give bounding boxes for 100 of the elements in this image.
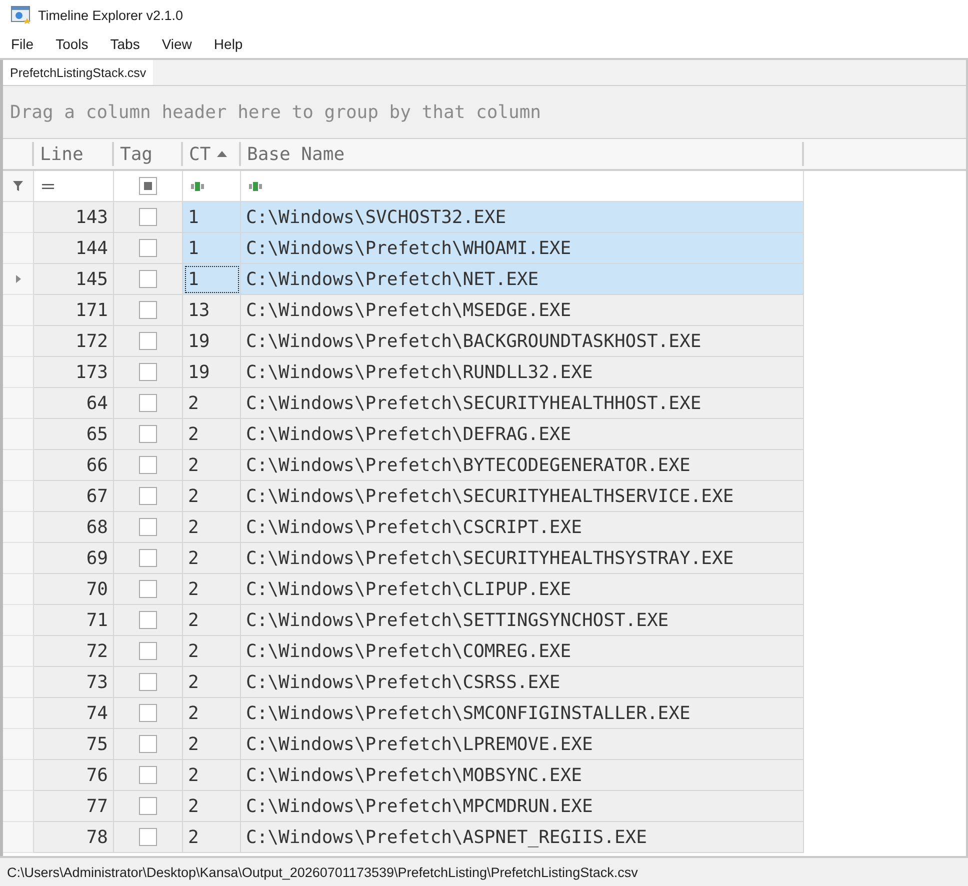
line-number-cell: 69 <box>34 543 114 574</box>
row-selector[interactable] <box>3 419 34 450</box>
tag-checkbox[interactable] <box>139 394 157 412</box>
line-number-cell: 172 <box>34 326 114 357</box>
path-cell: C:\Windows\Prefetch\BACKGROUNDTASKHOST.EXE <box>241 326 804 357</box>
tag-checkbox[interactable] <box>139 611 157 629</box>
tag-checkbox[interactable] <box>139 673 157 691</box>
tag-checkbox[interactable] <box>139 270 157 288</box>
tag-checkbox[interactable] <box>139 549 157 567</box>
path-cell: C:\Windows\Prefetch\NET.EXE <box>241 264 804 295</box>
equals-icon[interactable] <box>42 184 54 188</box>
tag-checkbox[interactable] <box>139 580 157 598</box>
row-selector[interactable] <box>3 233 34 264</box>
line-number-cell: 70 <box>34 574 114 605</box>
count-cell: 1 <box>183 264 241 295</box>
path-cell: C:\Windows\Prefetch\CSRSS.EXE <box>241 667 804 698</box>
row-selector[interactable] <box>3 760 34 791</box>
row-selector[interactable] <box>3 822 34 853</box>
row-selector[interactable] <box>3 264 34 295</box>
row-selector[interactable] <box>3 791 34 822</box>
tag-checkbox[interactable] <box>139 208 157 226</box>
path-cell: C:\Windows\Prefetch\SECURITYHEALTHHOST.EXE <box>241 388 804 419</box>
row-selector[interactable] <box>3 574 34 605</box>
tag-checkbox[interactable] <box>139 828 157 846</box>
line-number-cell: 71 <box>34 605 114 636</box>
menu-item[interactable]: Help <box>204 33 253 55</box>
column-header[interactable]: Line <box>34 142 114 166</box>
line-number-cell: 78 <box>34 822 114 853</box>
count-cell: 2 <box>183 574 241 605</box>
path-cell: C:\Windows\Prefetch\SECURITYHEALTHSERVICE.EXE <box>241 481 804 512</box>
group-by-hint: Drag a column header here to group by that column <box>10 102 542 122</box>
count-cell: 2 <box>183 481 241 512</box>
row-selector[interactable] <box>3 698 34 729</box>
path-cell: C:\Windows\SVCHOST32.EXE <box>241 202 804 233</box>
window-title: Timeline Explorer v2.1.0 <box>38 8 184 22</box>
filter-field[interactable] <box>241 171 804 202</box>
tag-checkbox[interactable] <box>139 797 157 815</box>
line-number-cell: 75 <box>34 729 114 760</box>
column-header[interactable]: CT <box>183 142 241 166</box>
row-selector[interactable] <box>3 450 34 481</box>
tag-checkbox[interactable] <box>139 735 157 753</box>
line-number-cell: 72 <box>34 636 114 667</box>
file-tab[interactable]: PrefetchListingStack.csv <box>3 60 154 85</box>
tag-checkbox[interactable] <box>139 487 157 505</box>
menu-item[interactable]: View <box>152 33 202 55</box>
count-cell: 1 <box>183 233 241 264</box>
tag-checkbox[interactable] <box>139 766 157 784</box>
tag-checkbox[interactable] <box>139 363 157 381</box>
count-cell: 1 <box>183 202 241 233</box>
row-selector[interactable] <box>3 636 34 667</box>
line-number-cell: 66 <box>34 450 114 481</box>
line-number-cell: 74 <box>34 698 114 729</box>
menu-item[interactable]: Tools <box>46 33 98 55</box>
path-cell: C:\Windows\Prefetch\WHOAMI.EXE <box>241 233 804 264</box>
filter-icon[interactable] <box>13 181 23 191</box>
filter-field[interactable] <box>114 171 183 202</box>
line-number-cell: 64 <box>34 388 114 419</box>
row-selector[interactable] <box>3 729 34 760</box>
row-selector[interactable] <box>3 357 34 388</box>
text-filter-icon[interactable] <box>191 182 204 190</box>
line-number-cell: 68 <box>34 512 114 543</box>
row-selector[interactable] <box>3 667 34 698</box>
menu-item[interactable]: File <box>1 33 44 55</box>
row-selector[interactable] <box>3 512 34 543</box>
count-cell: 19 <box>183 326 241 357</box>
filter-checkbox[interactable] <box>139 177 157 195</box>
path-cell: C:\Windows\Prefetch\CLIPUP.EXE <box>241 574 804 605</box>
count-cell: 2 <box>183 636 241 667</box>
tag-checkbox[interactable] <box>139 704 157 722</box>
tag-checkbox[interactable] <box>139 239 157 257</box>
line-number-cell: 171 <box>34 295 114 326</box>
tag-checkbox[interactable] <box>139 518 157 536</box>
row-selector[interactable] <box>3 481 34 512</box>
filter-field[interactable] <box>34 171 114 202</box>
column-header[interactable]: Tag <box>114 142 183 166</box>
count-cell: 2 <box>183 791 241 822</box>
filter-field[interactable] <box>183 171 241 202</box>
count-cell: 2 <box>183 667 241 698</box>
path-cell: C:\Windows\Prefetch\MSEDGE.EXE <box>241 295 804 326</box>
path-cell: C:\Windows\Prefetch\MOBSYNC.EXE <box>241 760 804 791</box>
line-number-cell: 144 <box>34 233 114 264</box>
menu-item[interactable]: Tabs <box>100 33 150 55</box>
row-selector[interactable] <box>3 326 34 357</box>
column-header[interactable]: Base Name <box>241 142 804 166</box>
path-cell: C:\Windows\Prefetch\SMCONFIGINSTALLER.EXE <box>241 698 804 729</box>
tag-checkbox[interactable] <box>139 425 157 443</box>
row-selector[interactable] <box>3 202 34 233</box>
path-cell: C:\Windows\Prefetch\BYTECODEGENERATOR.EXE <box>241 450 804 481</box>
row-selector[interactable] <box>3 543 34 574</box>
tag-checkbox[interactable] <box>139 301 157 319</box>
tag-checkbox[interactable] <box>139 642 157 660</box>
text-filter-icon[interactable] <box>249 182 262 190</box>
tag-checkbox[interactable] <box>139 332 157 350</box>
row-selector[interactable] <box>3 605 34 636</box>
row-selector[interactable] <box>3 388 34 419</box>
count-cell: 2 <box>183 698 241 729</box>
tag-checkbox[interactable] <box>139 456 157 474</box>
count-cell: 2 <box>183 512 241 543</box>
row-selector[interactable] <box>3 295 34 326</box>
path-cell: C:\Windows\Prefetch\ASPNET_REGIIS.EXE <box>241 822 804 853</box>
